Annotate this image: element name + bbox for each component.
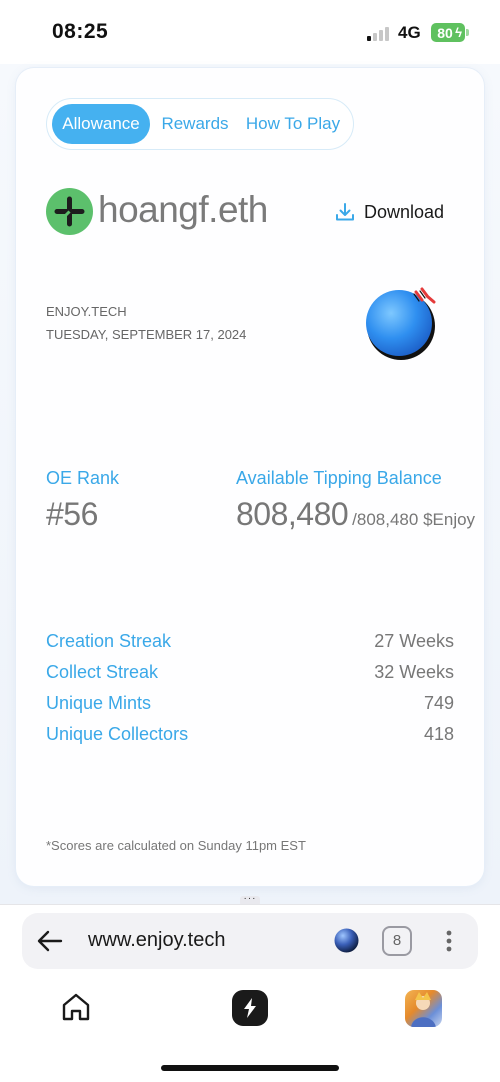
battery-level: 80	[437, 24, 453, 41]
charging-icon: ϟ	[455, 25, 462, 40]
stat-row: Collect Streak 32 Weeks	[46, 657, 454, 688]
stats-list: Creation Streak 27 Weeks Collect Streak …	[46, 626, 454, 750]
tab-rewards[interactable]: Rewards	[155, 104, 235, 144]
battery-icon: 80 ϟ	[431, 23, 469, 42]
balance-row: 808,480 /808,480 $Enjoy	[236, 496, 475, 533]
username: hoangf.eth	[98, 189, 268, 230]
home-icon[interactable]	[60, 991, 92, 1023]
stat-value: 27 Weeks	[374, 631, 454, 651]
stat-label: Collect Streak	[46, 662, 159, 682]
stat-row: Unique Mints 749	[46, 688, 454, 719]
footnote: *Scores are calculated on Sunday 11pm ES…	[46, 838, 306, 853]
download-icon	[336, 203, 354, 221]
download-label: Download	[364, 201, 445, 222]
rank-value: #56	[46, 496, 98, 532]
stat-value: 32 Weeks	[374, 662, 454, 682]
stat-row: Unique Collectors 418	[46, 719, 454, 750]
lightning-app-icon[interactable]	[232, 990, 268, 1026]
tab-how-to-play[interactable]: How To Play	[243, 104, 343, 144]
download-button[interactable]: Download	[334, 200, 444, 224]
back-arrow-icon[interactable]	[36, 927, 64, 955]
stat-label: Unique Mints	[46, 693, 152, 713]
stat-label: Unique Collectors	[46, 724, 189, 744]
balance-label: Available Tipping Balance	[236, 468, 442, 488]
bottom-nav	[0, 986, 500, 1030]
plus-logo-icon	[46, 188, 93, 235]
date-label: TUESDAY, SEPTEMBER 17, 2024	[46, 327, 247, 342]
site-favicon-icon	[334, 928, 359, 953]
signal-icon	[367, 25, 393, 41]
tabs-count-button[interactable]: 8	[382, 926, 412, 956]
brand-label: ENJOY.TECH	[46, 304, 127, 319]
stat-value: 749	[423, 693, 454, 713]
balance-value: 808,480	[236, 496, 349, 532]
status-time: 08:25	[52, 20, 109, 43]
more-options-icon[interactable]	[439, 929, 459, 953]
network-type: 4G	[398, 23, 421, 42]
address-bar[interactable]: www.enjoy.tech 8	[22, 913, 478, 969]
status-bar: 08:25 4G 80 ϟ	[0, 0, 500, 64]
blue-ball-icon	[366, 287, 436, 360]
stat-value: 418	[423, 724, 454, 744]
tab-bar: Allowance Rewards How To Play	[46, 98, 354, 150]
home-indicator	[161, 1065, 339, 1071]
balance-total: /808,480 $Enjoy	[352, 510, 476, 529]
allowance-card: Allowance Rewards How To Play hoangf.eth…	[16, 68, 484, 886]
rank-label: OE Rank	[46, 468, 120, 488]
tab-allowance[interactable]: Allowance	[52, 104, 150, 144]
url-text[interactable]: www.enjoy.tech	[88, 929, 225, 952]
avatar[interactable]	[405, 990, 442, 1027]
stat-label: Creation Streak	[46, 631, 172, 651]
stat-row: Creation Streak 27 Weeks	[46, 626, 454, 657]
